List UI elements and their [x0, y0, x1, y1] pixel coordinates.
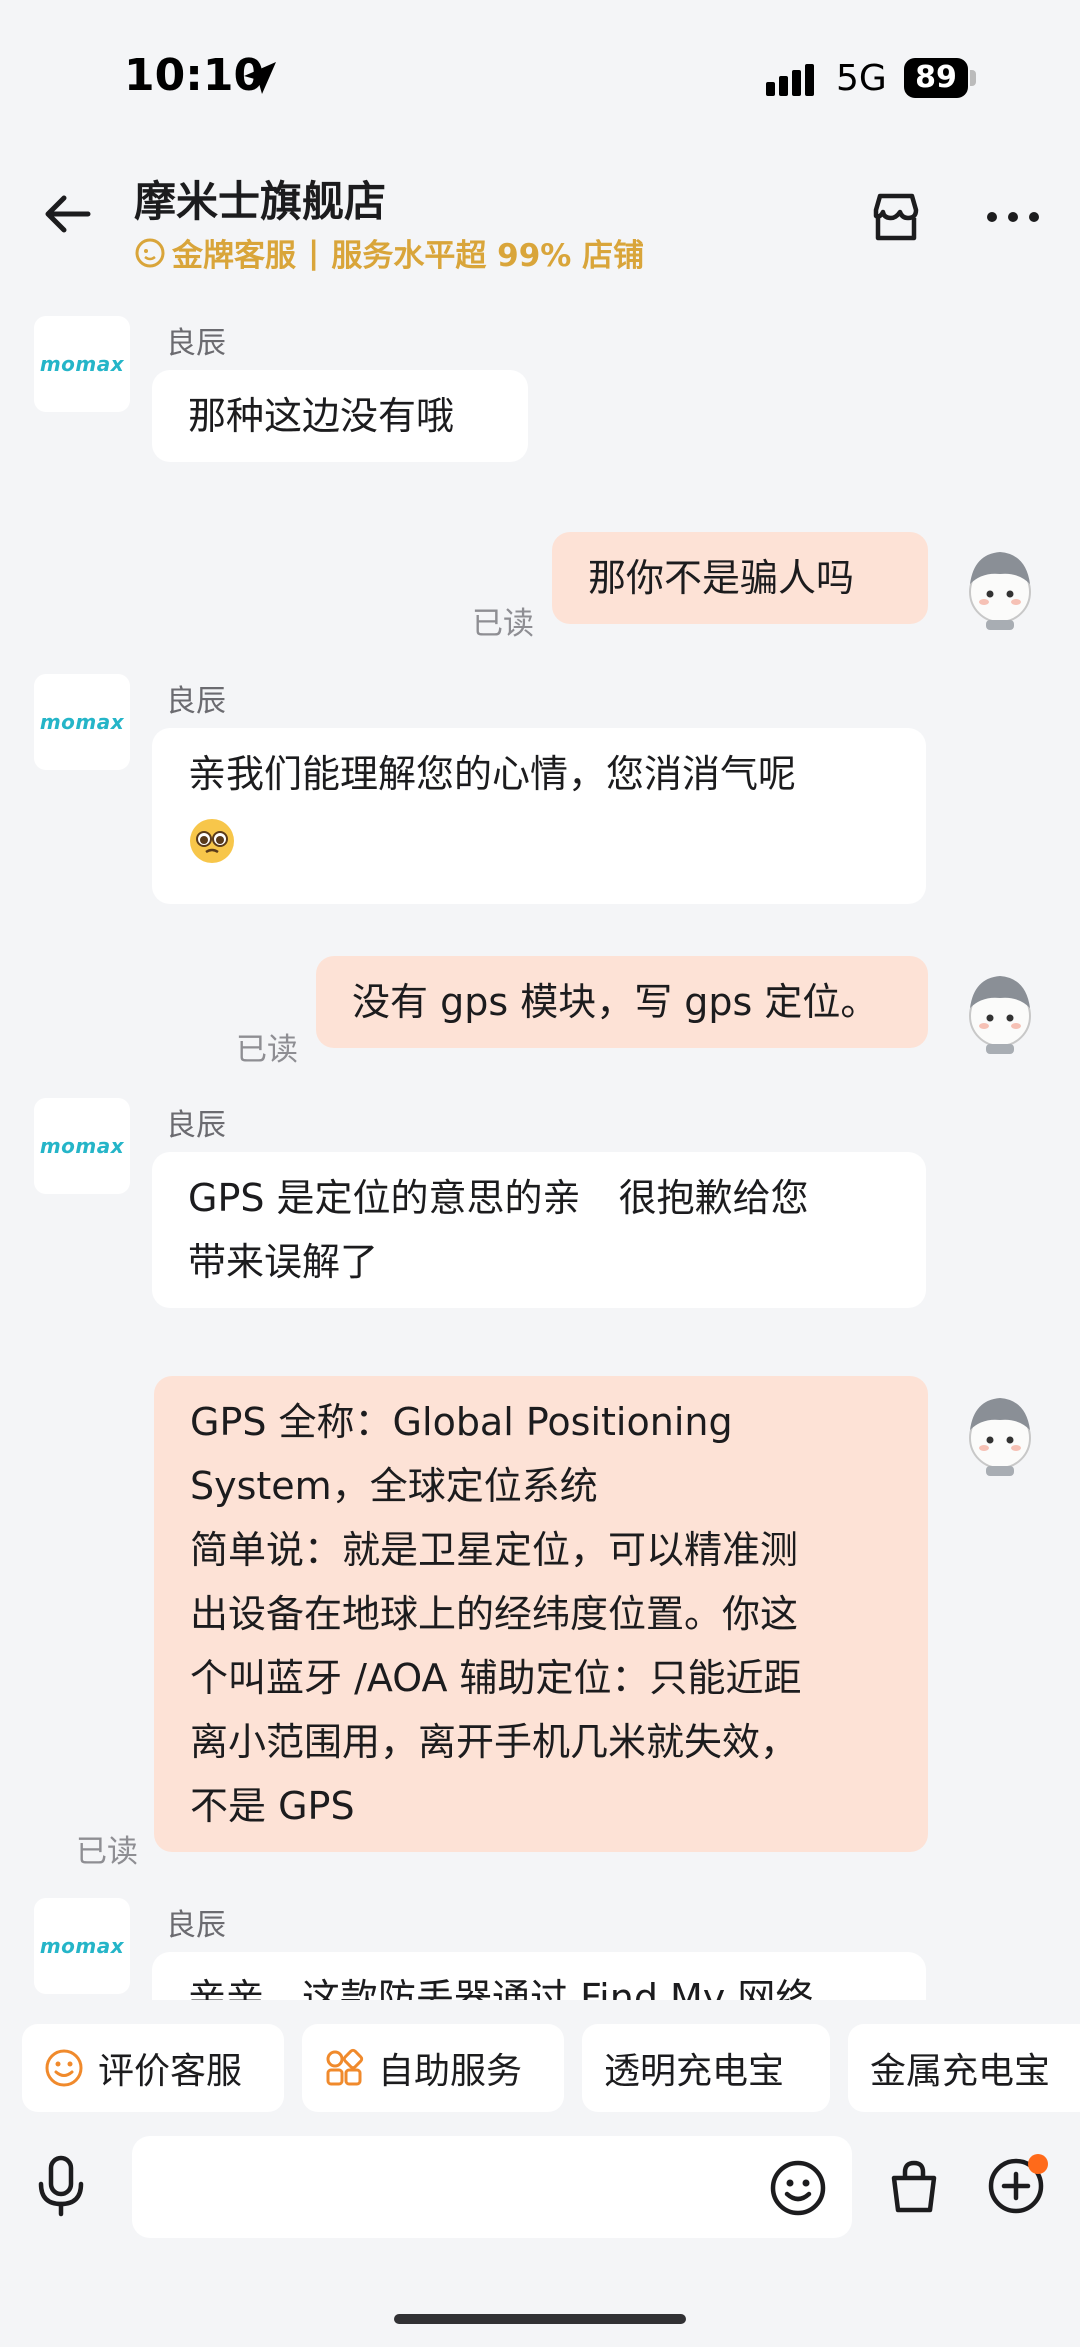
sender-name: 良辰: [166, 684, 226, 719]
user-avatar[interactable]: [960, 968, 1040, 1054]
message-bubble-incoming[interactable]: GPS 是定位的意思的亲 很抱歉给您 带来误解了: [152, 1152, 926, 1308]
message-text-line: 出设备在地球上的经纬度位置。你这: [190, 1592, 799, 1636]
read-receipt: 已读: [236, 1032, 298, 1068]
shop-avatar[interactable]: momax: [34, 1098, 130, 1194]
battery-nub: [970, 70, 976, 86]
message-text-line: 不是 GPS: [190, 1784, 355, 1828]
chip-label: 评价客服: [98, 2051, 243, 2092]
message-text-line: System，全球定位系统: [190, 1464, 598, 1508]
badge-separator: |: [308, 234, 320, 271]
chip-metal-powerbank[interactable]: 金属充电宝: [848, 2024, 1080, 2112]
message-bubble-incoming[interactable]: 亲我们能理解您的心情，您消消气呢: [152, 728, 926, 904]
quick-reply-bar: 评价客服 自助服务 透明充电宝 金属充电宝: [0, 2024, 1080, 2114]
sender-name: 良辰: [166, 326, 226, 361]
store-icon[interactable]: [866, 188, 926, 248]
chip-label: 金属充电宝: [870, 2051, 1051, 2092]
user-avatar[interactable]: [960, 544, 1040, 630]
location-arrow-icon: [244, 62, 276, 94]
message-bubble-outgoing[interactable]: 那你不是骗人吗: [552, 532, 928, 624]
shop-logo-text: momax: [39, 1934, 125, 1958]
chip-label: 透明充电宝: [604, 2051, 785, 2092]
sender-name: 良辰: [166, 1108, 226, 1143]
emoji-picker-icon[interactable]: [768, 2158, 828, 2218]
signal-strength-icon: [766, 64, 814, 96]
message-text-line: 带来误解了: [188, 1240, 379, 1284]
service-level: 服务水平超 99% 店铺: [331, 238, 645, 274]
smiley-icon: [45, 2049, 83, 2087]
gold-service-icon: [135, 238, 165, 267]
pleading-face-emoji-icon: [190, 818, 234, 863]
home-indicator[interactable]: [394, 2314, 686, 2324]
message-bubble-incoming[interactable]: 亲亲，这款防丢器通过 Find My 网络: [152, 1952, 926, 2000]
back-arrow-icon[interactable]: [38, 184, 98, 244]
message-bubble-outgoing[interactable]: 没有 gps 模块，写 gps 定位。: [316, 956, 928, 1048]
message-text: 亲我们能理解您的心情，您消消气呢: [188, 752, 797, 796]
chip-label: 自助服务: [378, 2051, 523, 2092]
grid-icon: [326, 2048, 364, 2086]
status-bar: 10:10 5G 89: [0, 0, 1080, 160]
shopping-bag-icon[interactable]: [884, 2156, 944, 2216]
message-bubble-outgoing[interactable]: GPS 全称：Global Positioning System，全球定位系统 …: [154, 1376, 928, 1852]
message-text-line: 简单说：就是卫星定位，可以精准测: [190, 1528, 799, 1572]
shop-title[interactable]: 摩米士旗舰店: [134, 168, 386, 229]
notification-dot: [1028, 2154, 1048, 2174]
message-text-line: 个叫蓝牙 /AOA 辅助定位：只能近距: [190, 1656, 802, 1700]
message-input-bar: [0, 2130, 1080, 2270]
shop-avatar[interactable]: momax: [34, 1898, 130, 1994]
chip-self-service[interactable]: 自助服务: [302, 2024, 564, 2112]
message-bubble-incoming[interactable]: 那种这边没有哦: [152, 370, 528, 462]
service-badge: 金牌客服 | 服务水平超 99% 店铺: [134, 230, 644, 275]
chip-rate-service[interactable]: 评价客服: [22, 2024, 284, 2112]
shop-avatar[interactable]: momax: [34, 674, 130, 770]
shop-logo-text: momax: [39, 1134, 125, 1158]
microphone-icon[interactable]: [34, 2154, 88, 2218]
chip-transparent-powerbank[interactable]: 透明充电宝: [582, 2024, 830, 2112]
network-type: 5G: [836, 58, 887, 99]
message-input[interactable]: [132, 2136, 852, 2238]
shop-logo-text: momax: [39, 352, 125, 376]
shop-logo-text: momax: [39, 710, 125, 734]
message-text-line: GPS 是定位的意思的亲 很抱歉给您: [188, 1176, 809, 1220]
battery-indicator: 89: [904, 58, 968, 98]
more-options-icon[interactable]: [986, 206, 1040, 228]
shop-avatar[interactable]: momax: [34, 316, 130, 412]
message-text-line: GPS 全称：Global Positioning: [190, 1400, 733, 1444]
chat-message-list[interactable]: momax 良辰 那种这边没有哦 已读 那你不是骗人吗 momax 良辰 亲我们…: [0, 300, 1080, 2000]
chat-header: 摩米士旗舰店 金牌客服 | 服务水平超 99% 店铺: [0, 160, 1080, 290]
sender-name: 良辰: [166, 1908, 226, 1943]
user-avatar[interactable]: [960, 1390, 1040, 1476]
read-receipt: 已读: [76, 1834, 138, 1870]
badge-label: 金牌客服: [172, 238, 296, 274]
read-receipt: 已读: [472, 606, 534, 642]
message-text-line: 离小范围用，离开手机几米就失效，: [190, 1720, 799, 1764]
